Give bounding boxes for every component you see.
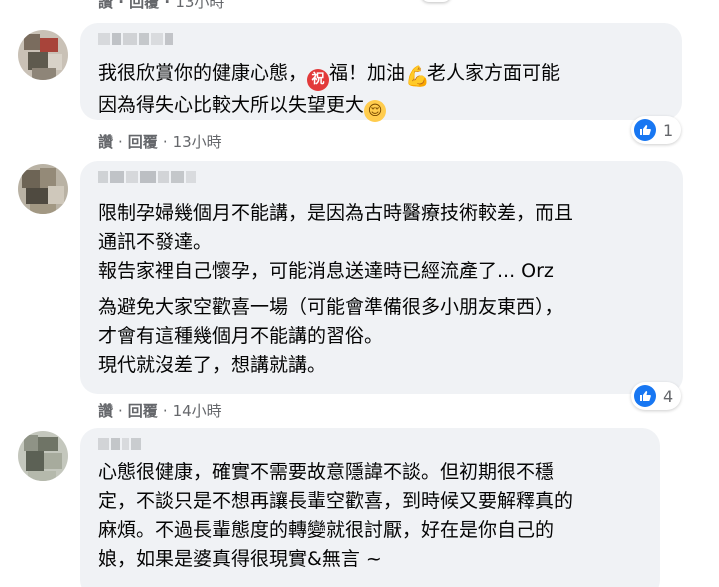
reaction-count: 1 xyxy=(663,120,674,140)
avatar[interactable] xyxy=(18,30,68,80)
reaction-badge[interactable]: 1 xyxy=(631,116,682,144)
like-icon xyxy=(634,119,656,141)
comment-bubble: 我很欣賞你的健康心態，祝福！加油💪老人家方面可能 因為得失心比較大所以失望更大 😌 xyxy=(80,23,682,122)
avatar[interactable] xyxy=(18,431,68,481)
comment-timestamp[interactable]: 13小時 xyxy=(175,0,224,11)
avatar[interactable] xyxy=(18,164,68,214)
comment-actions: 讚 · 回覆 · 13小時 xyxy=(98,133,222,151)
author-name-blurred[interactable] xyxy=(98,33,175,47)
like-action[interactable]: 讚 xyxy=(98,0,113,11)
reply-action[interactable]: 回覆 xyxy=(128,402,158,420)
comment-bubble: 心態很健康，確實不需要故意隱諱不談。但初期很不穩 定，不談只是不想再讓長輩空歡喜… xyxy=(80,428,660,587)
comment-text: 我很欣賞你的健康心態，祝福！加油💪老人家方面可能 因為得失心比較大所以失望更大 😌 xyxy=(98,59,560,122)
reaction-badge[interactable]: 4 xyxy=(631,382,682,410)
reply-action[interactable]: 回覆 xyxy=(129,0,159,11)
like-icon xyxy=(634,385,656,407)
congratulation-emoji-icon: 祝 xyxy=(307,69,330,91)
comment-text: 限制孕婦幾個月不能講，是因為古時醫療技術較差，而且 通訊不發達。 報告家裡自己懷… xyxy=(98,202,574,376)
comment-timestamp[interactable]: 14小時 xyxy=(173,402,222,420)
like-action[interactable]: 讚 xyxy=(98,402,113,420)
prev-comment-actions: 讚 · 回覆 · 13小時 xyxy=(98,0,224,12)
reply-action[interactable]: 回覆 xyxy=(128,133,158,151)
like-action[interactable]: 讚 xyxy=(98,133,113,151)
relieved-face-emoji-icon: 😌 xyxy=(364,100,387,122)
author-name-blurred[interactable] xyxy=(98,438,143,452)
comment-timestamp[interactable]: 13小時 xyxy=(173,133,222,151)
flexed-biceps-emoji-icon: 💪 xyxy=(405,64,430,88)
comment-text: 心態很健康，確實不需要故意隱諱不談。但初期很不穩 定，不談只是不想再讓長輩空歡喜… xyxy=(98,461,574,570)
author-name-blurred[interactable] xyxy=(98,171,198,185)
prev-reaction-badge[interactable] xyxy=(421,0,451,2)
comment-bubble: 限制孕婦幾個月不能講，是因為古時醫療技術較差，而且 通訊不發達。 報告家裡自己懷… xyxy=(80,161,683,394)
comment-actions: 讚 · 回覆 · 14小時 xyxy=(98,402,222,420)
reaction-count: 4 xyxy=(663,386,674,406)
